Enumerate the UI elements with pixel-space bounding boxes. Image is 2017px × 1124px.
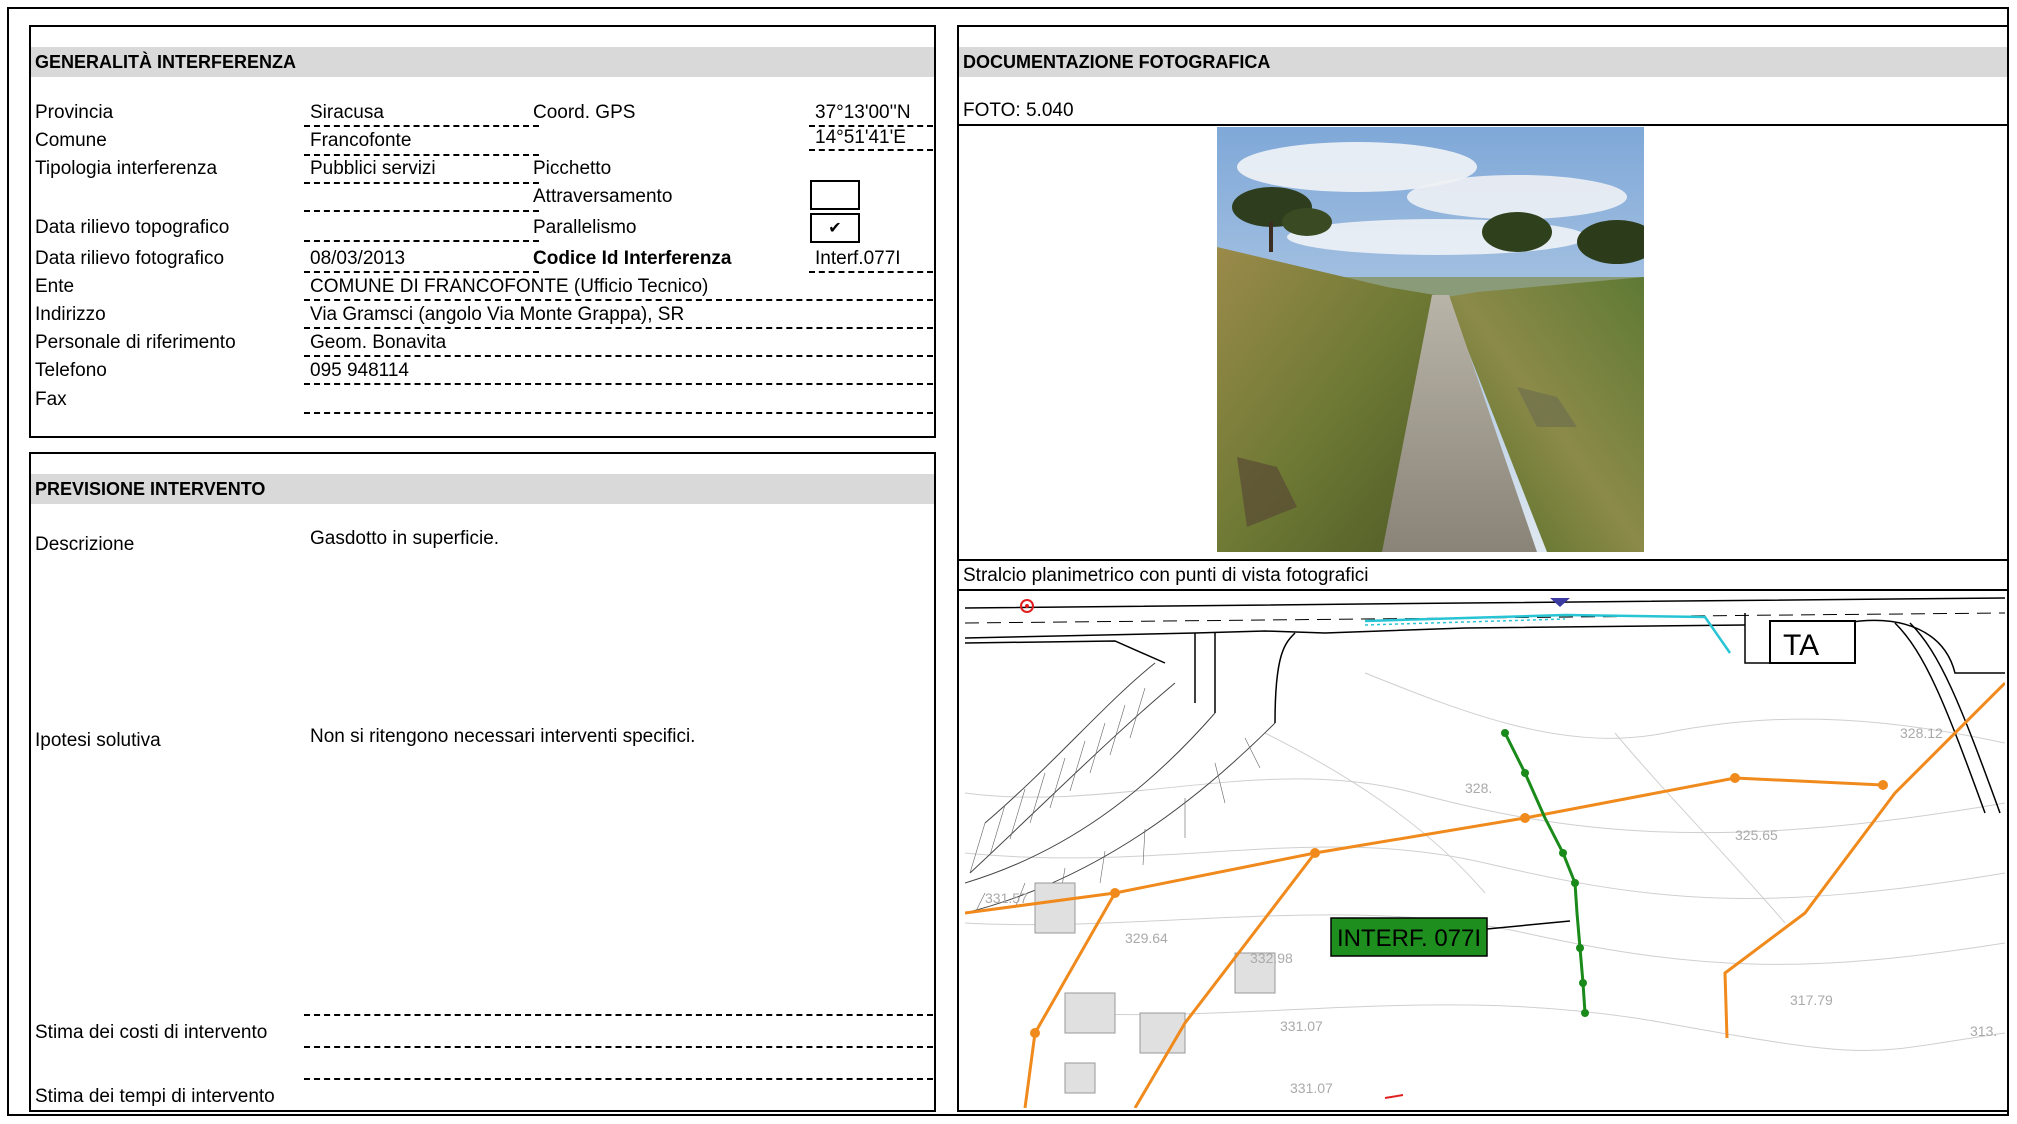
generalita-panel: GENERALITÀ INTERFERENZA Provincia Siracu… (29, 25, 936, 438)
map-elev-1: 325.65 (1735, 827, 1778, 843)
tipologia-value: Pubblici servizi (310, 158, 436, 179)
previsione-panel: PREVISIONE INTERVENTO Descrizione Gasdot… (29, 452, 936, 1112)
gps-e-value: 14°51'41'E (815, 127, 906, 148)
tipologia-label: Tipologia interferenza (35, 158, 218, 179)
generalita-header: GENERALITÀ INTERFERENZA (31, 47, 934, 77)
ente-value: COMUNE DI FRANCOFONTE (Ufficio Tecnico) (310, 276, 709, 297)
foto-label: FOTO: 5.040 (963, 100, 1074, 121)
personale-label: Personale di riferimento (35, 332, 236, 353)
data-foto-value: 08/03/2013 (310, 248, 406, 269)
map-elev-7: 331.07 (1290, 1080, 1333, 1096)
comune-label: Comune (35, 130, 107, 151)
map-elev-2: 329.64 (1125, 930, 1168, 946)
photo-divider (959, 559, 2007, 561)
map-elev-8: 332.98 (1250, 950, 1293, 966)
parallelismo-checkbox[interactable]: ✔ (810, 213, 860, 243)
ente-line (304, 299, 933, 301)
codice-value: Interf.077I (815, 248, 901, 269)
comune-line (304, 154, 539, 156)
tempi-line (304, 1078, 933, 1080)
tempi-label: Stima dei tempi di intervento (35, 1086, 275, 1107)
telefono-value: 095 948114 (310, 360, 409, 381)
picchetto-label: Picchetto (533, 158, 612, 179)
foto-divider (959, 124, 2007, 126)
gps-e-line (809, 149, 933, 151)
descrizione-label: Descrizione (35, 534, 135, 555)
ipotesi-label: Ipotesi solutiva (35, 730, 161, 751)
data-foto-label: Data rilievo fotografico (35, 248, 225, 269)
provincia-label: Provincia (35, 102, 114, 123)
gps-n-value: 37°13'00''N (815, 102, 911, 123)
provincia-value: Siracusa (310, 102, 384, 123)
site-photo (1217, 127, 1644, 552)
tipologia-line (304, 182, 539, 184)
map-elev-4: 313. (1970, 1023, 1997, 1039)
indirizzo-label: Indirizzo (35, 304, 106, 325)
indirizzo-line (304, 327, 933, 329)
map-interf-label: INTERF. 077I (1337, 925, 1481, 952)
costi-line-1 (304, 1014, 933, 1016)
fax-line (304, 412, 933, 414)
data-topo-line (304, 240, 539, 242)
documentazione-panel: DOCUMENTAZIONE FOTOGRAFICA FOTO: 5.040 S… (957, 25, 2009, 1112)
map-elev-9: 331.57 (985, 890, 1028, 906)
map-elev-6: 331.07 (1280, 1018, 1323, 1034)
stralcio-label: Stralcio planimetrico con punti di vista… (963, 565, 1369, 586)
codice-line (809, 271, 933, 273)
map-elev-5: 328. (1465, 780, 1492, 796)
fax-label: Fax (35, 389, 67, 410)
data-topo-label: Data rilievo topografico (35, 217, 230, 238)
costi-line-2 (304, 1046, 933, 1048)
gps-label: Coord. GPS (533, 102, 636, 123)
provincia-line (304, 125, 539, 127)
attraversamento-label: Attraversamento (533, 186, 673, 207)
codice-label: Codice Id Interferenza (533, 248, 732, 269)
map-elev-3: 317.79 (1790, 992, 1833, 1008)
personale-value: Geom. Bonavita (310, 332, 447, 353)
ipotesi-value: Non si ritengono necessari interventi sp… (310, 726, 696, 747)
stralcio-divider (959, 589, 2007, 591)
map-elev-0: 328.12 (1900, 725, 1943, 741)
personale-line (304, 355, 933, 357)
previsione-header: PREVISIONE INTERVENTO (31, 474, 934, 504)
indirizzo-value: Via Gramsci (angolo Via Monte Grappa), S… (310, 304, 685, 325)
ente-label: Ente (35, 276, 75, 297)
comune-value: Francofonte (310, 130, 412, 151)
blank-line (304, 210, 539, 212)
parallelismo-label: Parallelismo (533, 217, 637, 238)
descrizione-value: Gasdotto in superficie. (310, 528, 500, 549)
documentazione-header: DOCUMENTAZIONE FOTOGRAFICA (959, 47, 2007, 77)
telefono-line (304, 383, 933, 385)
site-map: INTERF. 077I TA 328.12 325.65 329.64 317… (965, 593, 2005, 1108)
telefono-label: Telefono (35, 360, 107, 381)
map-ta-label: TA (1783, 629, 1819, 662)
data-foto-line (304, 271, 539, 273)
attraversamento-checkbox[interactable] (810, 180, 860, 210)
costi-label: Stima dei costi di intervento (35, 1022, 268, 1043)
